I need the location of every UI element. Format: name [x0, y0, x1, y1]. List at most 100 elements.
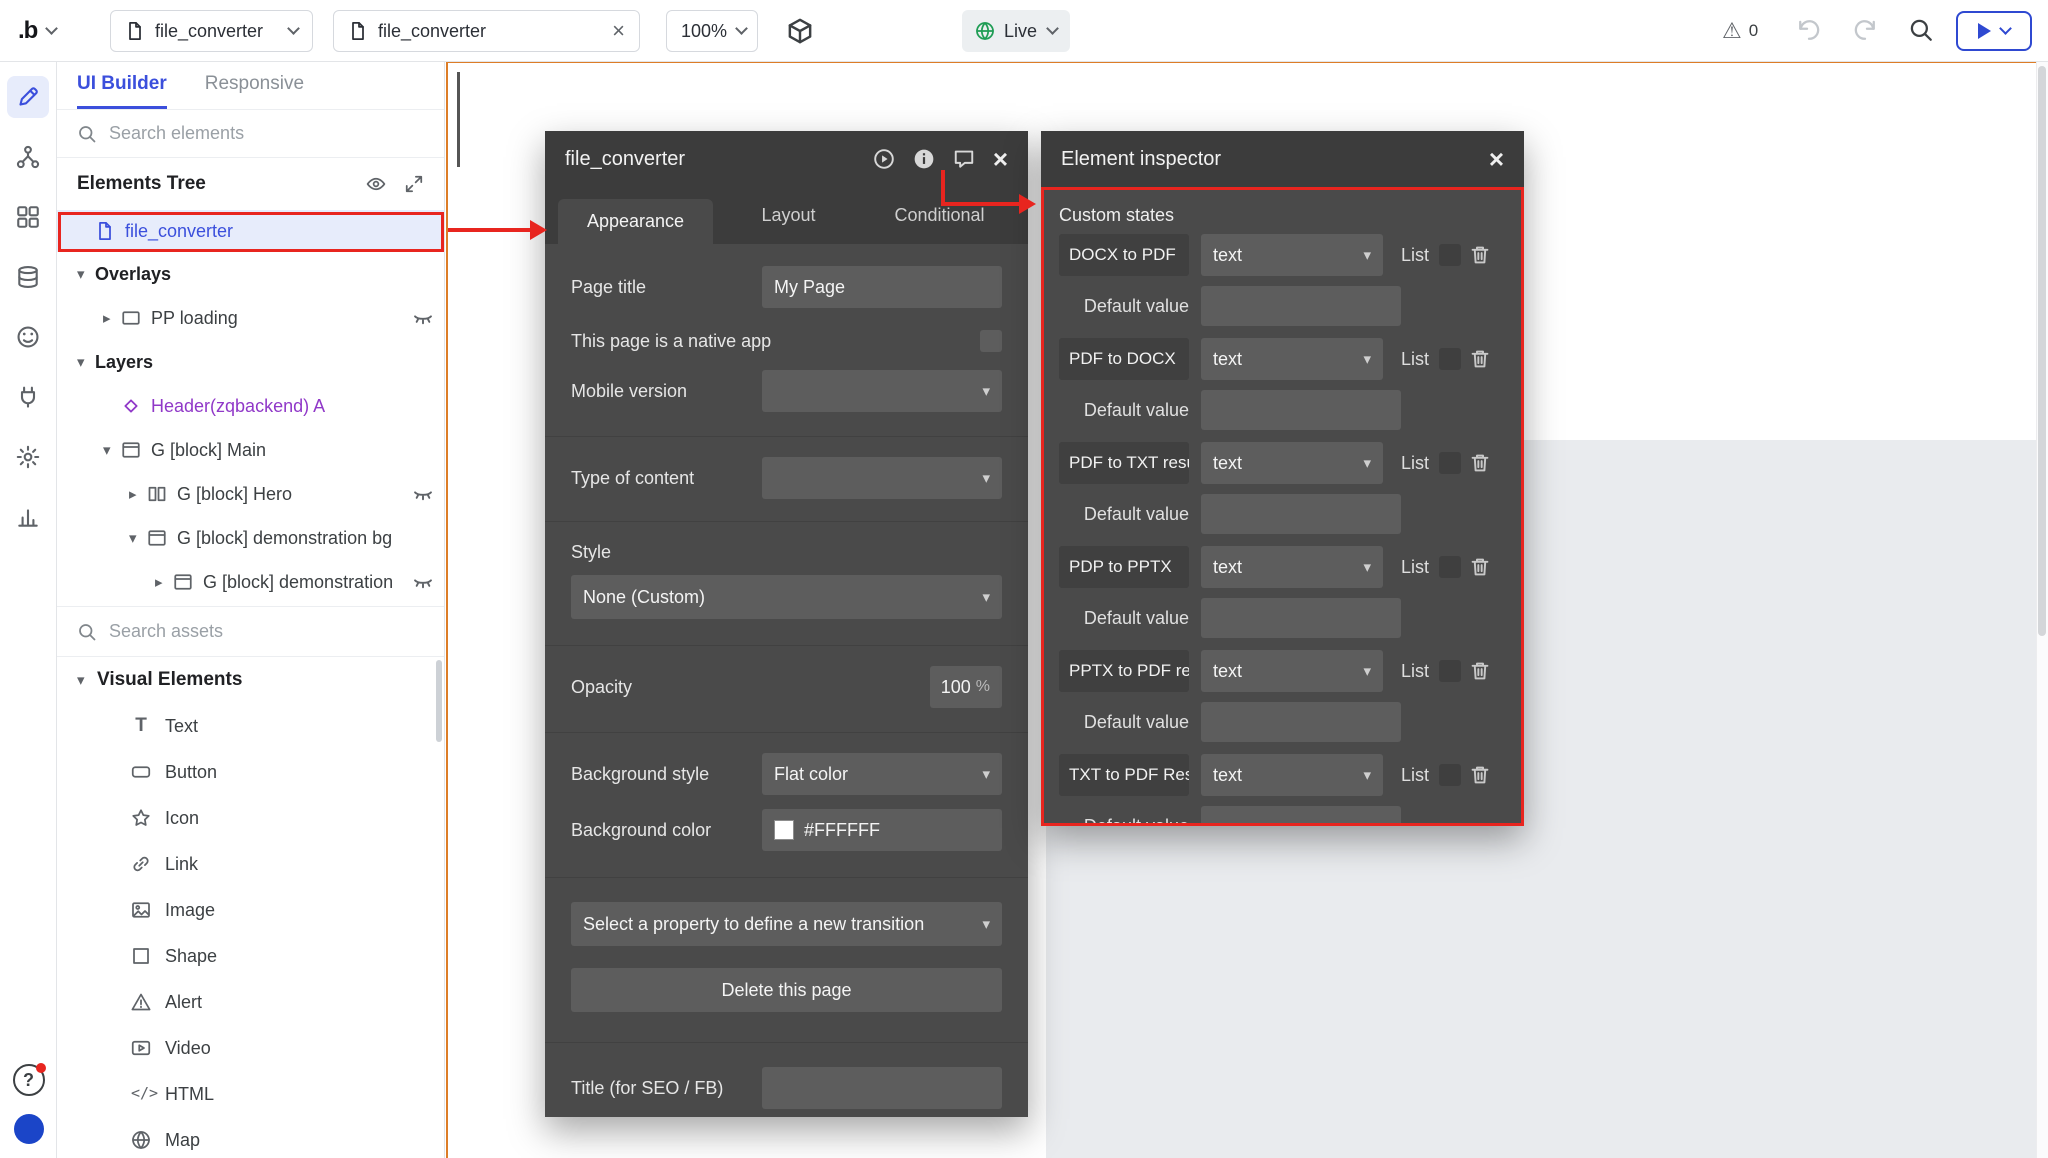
component-library-icon[interactable] [786, 17, 814, 45]
native-app-checkbox[interactable] [980, 330, 1002, 352]
list-checkbox[interactable] [1439, 452, 1461, 474]
tree-section-3[interactable]: ▾Layers [57, 340, 444, 384]
tree-item-5[interactable]: ▾G [block] Main [57, 428, 444, 472]
close-tab-icon[interactable]: × [612, 20, 625, 42]
page-selector[interactable]: file_converter [110, 10, 313, 52]
palette-item-video[interactable]: Video [57, 1025, 444, 1071]
palette-item-html[interactable]: </>HTML [57, 1071, 444, 1117]
palette-item-map[interactable]: Map [57, 1117, 444, 1158]
state-type-select[interactable]: text▾ [1201, 338, 1383, 380]
opacity-input[interactable]: 100 % [930, 666, 1002, 708]
tab-ui-builder[interactable]: UI Builder [77, 62, 167, 109]
caret-down-icon[interactable]: ▾ [129, 529, 147, 547]
canvas-scrollbar-thumb[interactable] [2038, 66, 2046, 636]
page-title-input[interactable]: My Page [762, 266, 1002, 308]
state-type-select[interactable]: text▾ [1201, 234, 1383, 276]
avatar[interactable] [14, 1114, 44, 1144]
tree-item-8[interactable]: ▸G [block] demonstration [57, 560, 444, 604]
close-icon[interactable]: × [1489, 146, 1504, 172]
default-value-input[interactable] [1201, 390, 1401, 430]
rail-design-button[interactable] [7, 76, 49, 118]
default-value-input[interactable] [1201, 702, 1401, 742]
default-value-input[interactable] [1201, 806, 1401, 826]
comment-icon[interactable] [953, 148, 975, 170]
trash-icon[interactable] [1469, 244, 1491, 266]
close-icon[interactable]: × [993, 146, 1008, 172]
property-editor-header[interactable]: file_converter × [545, 131, 1028, 187]
state-type-select[interactable]: text▾ [1201, 754, 1383, 796]
tree-item-6[interactable]: ▸G [block] Hero [57, 472, 444, 516]
trash-icon[interactable] [1469, 556, 1491, 578]
search-icon[interactable] [1908, 17, 1934, 43]
inspect-info-icon[interactable] [913, 148, 935, 170]
state-name-input[interactable]: PPTX to PDF re [1059, 650, 1189, 692]
state-type-select[interactable]: text▾ [1201, 546, 1383, 588]
background-style-select[interactable]: Flat color ▾ [762, 753, 1002, 795]
palette-item-button[interactable]: Button [57, 749, 444, 795]
trash-icon[interactable] [1469, 764, 1491, 786]
preview-button[interactable] [1956, 11, 2032, 51]
tab-responsive[interactable]: Responsive [205, 62, 304, 109]
palette-item-alert[interactable]: Alert [57, 979, 444, 1025]
state-name-input[interactable]: PDF to TXT resu [1059, 442, 1189, 484]
list-checkbox[interactable] [1439, 764, 1461, 786]
search-assets-input[interactable] [109, 621, 424, 642]
caret-right-icon[interactable]: ▸ [155, 573, 173, 591]
state-name-input[interactable]: DOCX to PDF [1059, 234, 1189, 276]
rail-data-button[interactable] [7, 256, 49, 298]
list-checkbox[interactable] [1439, 556, 1461, 578]
element-inspector-header[interactable]: Element inspector × [1041, 131, 1524, 187]
mobile-version-select[interactable]: ▾ [762, 370, 1002, 412]
trash-icon[interactable] [1469, 660, 1491, 682]
open-tab[interactable]: file_converter × [333, 10, 640, 52]
color-swatch[interactable] [774, 820, 794, 840]
rail-settings-button[interactable] [7, 436, 49, 478]
redo-icon[interactable] [1852, 17, 1878, 43]
caret-down-icon[interactable]: ▾ [77, 353, 95, 371]
seo-title-input[interactable] [762, 1067, 1002, 1109]
background-color-input[interactable]: #FFFFFF [762, 809, 1002, 851]
canvas-scrollbar[interactable] [2036, 62, 2048, 1158]
list-checkbox[interactable] [1439, 348, 1461, 370]
delete-page-button[interactable]: Delete this page [571, 968, 1002, 1012]
tree-item-0[interactable]: file_converter [57, 210, 444, 252]
state-name-input[interactable]: PDF to DOCX [1059, 338, 1189, 380]
default-value-input[interactable] [1201, 286, 1401, 326]
palette-item-icon[interactable]: Icon [57, 795, 444, 841]
rail-logs-button[interactable] [7, 496, 49, 538]
sidebar-scrollbar[interactable] [436, 660, 442, 742]
state-name-input[interactable]: PDP to PPTX [1059, 546, 1189, 588]
state-type-select[interactable]: text▾ [1201, 442, 1383, 484]
caret-down-icon[interactable]: ▾ [103, 441, 121, 459]
caret-down-icon[interactable]: ▾ [77, 265, 95, 283]
rail-workflow-button[interactable] [7, 136, 49, 178]
undo-icon[interactable] [1796, 17, 1822, 43]
search-elements-input[interactable] [109, 123, 424, 144]
issues-indicator[interactable]: ⚠ 0 [1722, 0, 1758, 62]
zoom-selector[interactable]: 100% [666, 10, 758, 52]
tab-conditional[interactable]: Conditional [864, 187, 1015, 244]
bubble-logo[interactable]: .b [18, 0, 56, 62]
list-checkbox[interactable] [1439, 244, 1461, 266]
default-value-input[interactable] [1201, 598, 1401, 638]
preview-element-icon[interactable] [873, 148, 895, 170]
rail-components-button[interactable] [7, 196, 49, 238]
default-value-input[interactable] [1201, 494, 1401, 534]
tree-item-2[interactable]: ▸PP loading [57, 296, 444, 340]
state-name-input[interactable]: TXT to PDF Res [1059, 754, 1189, 796]
rail-styles-button[interactable] [7, 316, 49, 358]
tab-layout[interactable]: Layout [713, 187, 864, 244]
environment-selector[interactable]: Live [962, 10, 1070, 52]
visual-elements-header[interactable]: ▾ Visual Elements [57, 657, 444, 703]
palette-item-shape[interactable]: Shape [57, 933, 444, 979]
tab-appearance[interactable]: Appearance [558, 199, 713, 244]
help-button[interactable]: ? [13, 1064, 45, 1096]
caret-right-icon[interactable]: ▸ [103, 309, 121, 327]
trash-icon[interactable] [1469, 452, 1491, 474]
list-checkbox[interactable] [1439, 660, 1461, 682]
trash-icon[interactable] [1469, 348, 1491, 370]
palette-item-image[interactable]: Image [57, 887, 444, 933]
palette-item-text[interactable]: TText [57, 703, 444, 749]
tree-item-4[interactable]: Header(zqbackend) A [57, 384, 444, 428]
rail-plugins-button[interactable] [7, 376, 49, 418]
